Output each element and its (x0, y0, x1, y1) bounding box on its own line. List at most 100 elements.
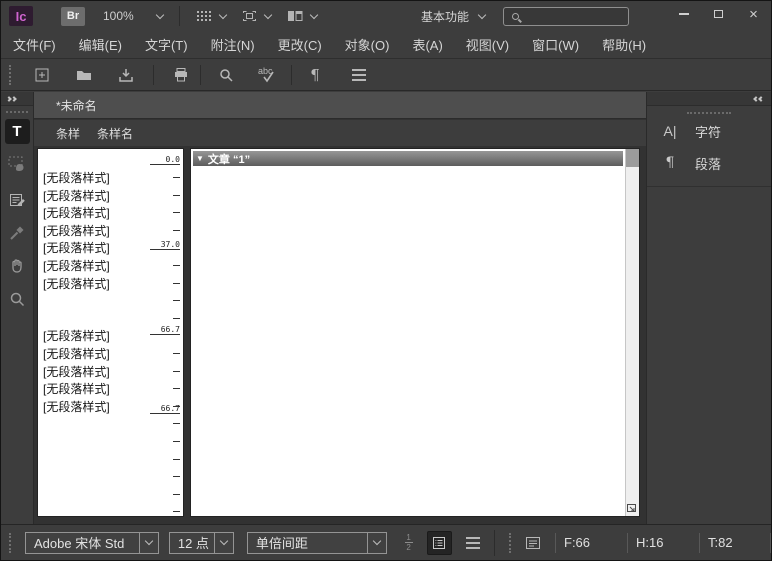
menu-item-5[interactable]: 对象(O) (345, 35, 390, 54)
font-family-select[interactable]: Adobe 宋体 Std (25, 532, 159, 554)
scrollbar-top (626, 149, 639, 167)
toolbar-grip[interactable] (9, 65, 11, 85)
maximize-button[interactable] (701, 1, 736, 27)
save-icon[interactable] (115, 65, 137, 85)
chevron-down-icon (264, 10, 272, 18)
story-title: 文章 “1” (208, 151, 250, 167)
hidden-characters-icon[interactable]: ¶ (304, 65, 326, 85)
menu-item-8[interactable]: 窗口(W) (532, 35, 579, 54)
chevron-down-icon (156, 10, 164, 18)
ruler-tick (173, 371, 180, 372)
tools-panel-header[interactable] (1, 92, 33, 106)
story-scrollbar[interactable] (625, 149, 639, 516)
document-area: *未命名 条样 条样名 [无段落样式][无段落样式][无段落样式][无段落样式]… (34, 92, 646, 524)
screen-mode-icon (242, 10, 257, 22)
screen-mode-dropdown[interactable] (234, 5, 279, 27)
ruler-tick (173, 230, 180, 231)
menu-item-4[interactable]: 更改(C) (278, 35, 322, 54)
menu-item-7[interactable]: 视图(V) (466, 35, 509, 54)
panel-label: 段落 (695, 154, 721, 173)
view-options-icon (196, 10, 212, 22)
menu-item-0[interactable]: 文件(F) (13, 35, 56, 54)
style-row[interactable]: [无段落样式] (43, 239, 141, 255)
style-row[interactable]: [无段落样式] (43, 204, 141, 220)
toolbar-menu-icon[interactable] (348, 65, 370, 85)
panel-tab-character[interactable]: A| 字符 (647, 116, 771, 146)
menu-item-3[interactable]: 附注(N) (211, 35, 255, 54)
menu-item-9[interactable]: 帮助(H) (602, 35, 646, 54)
style-row[interactable]: [无段落样式] (43, 327, 141, 343)
style-row[interactable]: [无段落样式] (43, 275, 141, 291)
style-row[interactable]: [无段落样式] (43, 169, 141, 185)
style-row[interactable]: [无段落样式] (43, 222, 141, 238)
ruler-number: 0.0 (150, 155, 180, 165)
paragraph-icon: ¶ (659, 155, 681, 171)
view-options-dropdown[interactable] (188, 5, 234, 27)
menu-item-6[interactable]: 表(A) (412, 35, 442, 54)
search-input[interactable] (523, 10, 623, 22)
position-tool[interactable] (5, 150, 30, 175)
workspace-switcher[interactable]: 基本功能 (413, 5, 493, 27)
eyedropper-tool[interactable] (5, 220, 30, 245)
menu-item-2[interactable]: 文字(T) (145, 35, 188, 54)
style-row[interactable]: [无段落样式] (43, 345, 141, 361)
copyfit-stat-0: F:66 (555, 533, 627, 553)
zoom-tool[interactable] (5, 286, 30, 311)
arrange-documents-dropdown[interactable] (279, 5, 325, 27)
app-toolbar: abc ¶ (1, 58, 771, 91)
font-family-value: Adobe 宋体 Std (26, 533, 139, 552)
font-size-select[interactable]: 12 点 (169, 532, 234, 554)
style-row[interactable]: [无段落样式] (43, 380, 141, 396)
separator (291, 65, 292, 85)
paragraph-styles-column: [无段落样式][无段落样式][无段落样式][无段落样式][无段落样式][无段落样… (37, 148, 184, 517)
collapse-triangle-icon[interactable]: ▼ (196, 154, 204, 163)
search-icon[interactable] (215, 65, 237, 85)
open-folder-icon[interactable] (73, 65, 95, 85)
separator (494, 530, 495, 556)
story-header[interactable]: ▼ 文章 “1” (193, 151, 623, 166)
copyfit-stat-1: H:16 (627, 533, 699, 553)
new-document-icon[interactable] (31, 65, 53, 85)
style-row[interactable]: [无段落样式] (43, 398, 141, 414)
print-icon[interactable] (170, 65, 192, 85)
dock-header[interactable] (647, 92, 771, 106)
galley-info-toggle[interactable] (427, 531, 452, 555)
line-spacing-icon[interactable]: 12 (405, 534, 413, 551)
story-editor[interactable]: ▼ 文章 “1” (190, 148, 640, 517)
spellcheck-icon[interactable]: abc (257, 65, 279, 85)
menu-item-1[interactable]: 编辑(E) (79, 35, 122, 54)
copyfit-info-icon[interactable] (525, 536, 541, 550)
tools-grip[interactable] (6, 111, 28, 113)
panel-tab-paragraph[interactable]: ¶ 段落 (647, 148, 771, 178)
ruler-tick (173, 441, 180, 442)
leading-select[interactable]: 单倍间距 (247, 532, 387, 554)
resize-corner-icon[interactable] (626, 502, 638, 514)
chevron-down-icon (478, 10, 486, 18)
search-box[interactable] (503, 7, 629, 26)
incopy-logo-icon: Ic (9, 6, 33, 26)
statusbar-grip[interactable] (9, 533, 11, 553)
statusbar-menu-icon[interactable] (466, 542, 480, 544)
copyfit-grip[interactable] (509, 533, 511, 553)
document-tab-strip: *未命名 (34, 92, 646, 119)
bridge-button[interactable]: Br (61, 7, 85, 26)
copyfit-stats: F:66H:16T:82 (555, 533, 771, 553)
minimize-button[interactable] (666, 1, 701, 27)
divider (647, 186, 771, 187)
style-row[interactable]: [无段落样式] (43, 187, 141, 203)
note-tool[interactable] (5, 187, 30, 212)
ruler-tick (173, 195, 180, 196)
style-row[interactable]: [无段落样式] (43, 363, 141, 379)
close-button[interactable]: × (736, 1, 771, 27)
hand-tool[interactable] (5, 253, 30, 278)
document-tab[interactable]: *未命名 (56, 97, 97, 114)
tab-galley-2[interactable]: 条样名 (97, 125, 133, 142)
chevron-down-icon (219, 10, 227, 18)
right-dock: A| 字符 ¶ 段落 (646, 92, 771, 524)
zoom-level-dropdown[interactable]: 100% (95, 5, 171, 27)
type-tool[interactable]: T (5, 119, 30, 144)
tab-galley[interactable]: 条样 (56, 125, 80, 142)
dock-grip[interactable] (687, 112, 731, 114)
style-row[interactable]: [无段落样式] (43, 257, 141, 273)
chevron-down-icon (214, 533, 233, 553)
